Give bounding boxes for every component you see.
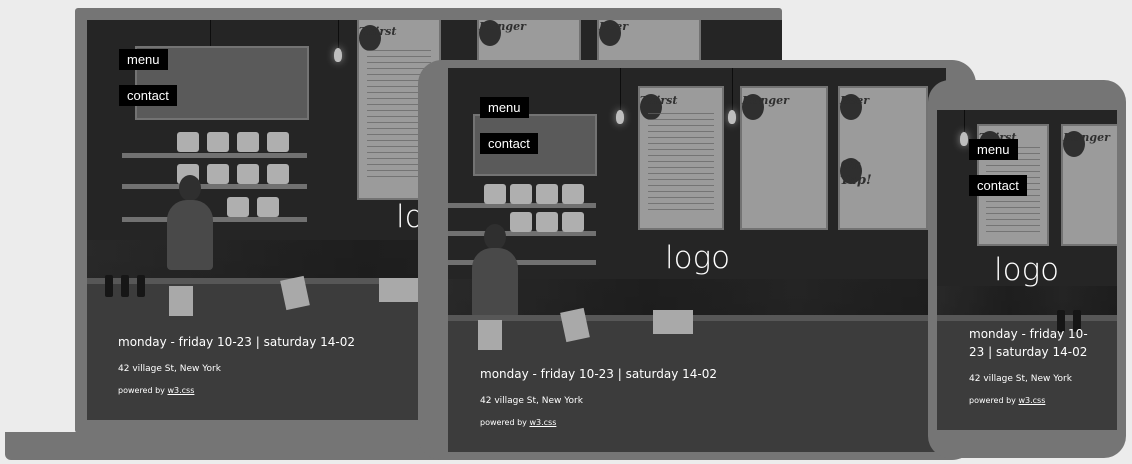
opening-hours: monday - friday 10-23 | saturday 14-02: [118, 335, 355, 349]
menu-button[interactable]: menu: [119, 49, 168, 70]
powered-by: powered by w3.css: [480, 418, 556, 427]
menu-button[interactable]: menu: [969, 139, 1018, 160]
phone-screen: Thirst Hunger menu contact logo monday -…: [937, 110, 1117, 430]
address: 42 village St, New York: [480, 396, 583, 406]
powered-by-text: powered by: [480, 418, 527, 427]
logo: logo: [994, 252, 1060, 288]
logo: logo: [665, 240, 731, 276]
opening-hours-line-2: 23 | saturday 14-02: [969, 345, 1088, 359]
w3css-link[interactable]: w3.css: [1018, 396, 1045, 405]
opening-hours: monday - friday 10-23 | saturday 14-02: [480, 367, 717, 381]
powered-by: powered by w3.css: [118, 386, 194, 395]
powered-by-text: powered by: [969, 396, 1016, 405]
opening-hours: monday - friday 10- 23 | saturday 14-02: [969, 325, 1088, 361]
contact-button[interactable]: contact: [969, 175, 1027, 196]
powered-by-text: powered by: [118, 386, 165, 395]
laptop-base: [5, 432, 460, 460]
contact-button[interactable]: contact: [480, 133, 538, 154]
menu-button[interactable]: menu: [480, 97, 529, 118]
opening-hours-line-1: monday - friday 10-: [969, 327, 1088, 341]
powered-by: powered by w3.css: [969, 396, 1045, 405]
tablet-screen: Thirst Hunger Beer On Tap! menu contact …: [448, 68, 946, 452]
w3css-link[interactable]: w3.css: [167, 386, 194, 395]
contact-button[interactable]: contact: [119, 85, 177, 106]
w3css-link[interactable]: w3.css: [529, 418, 556, 427]
address: 42 village St, New York: [969, 374, 1072, 384]
address: 42 village St, New York: [118, 364, 221, 374]
